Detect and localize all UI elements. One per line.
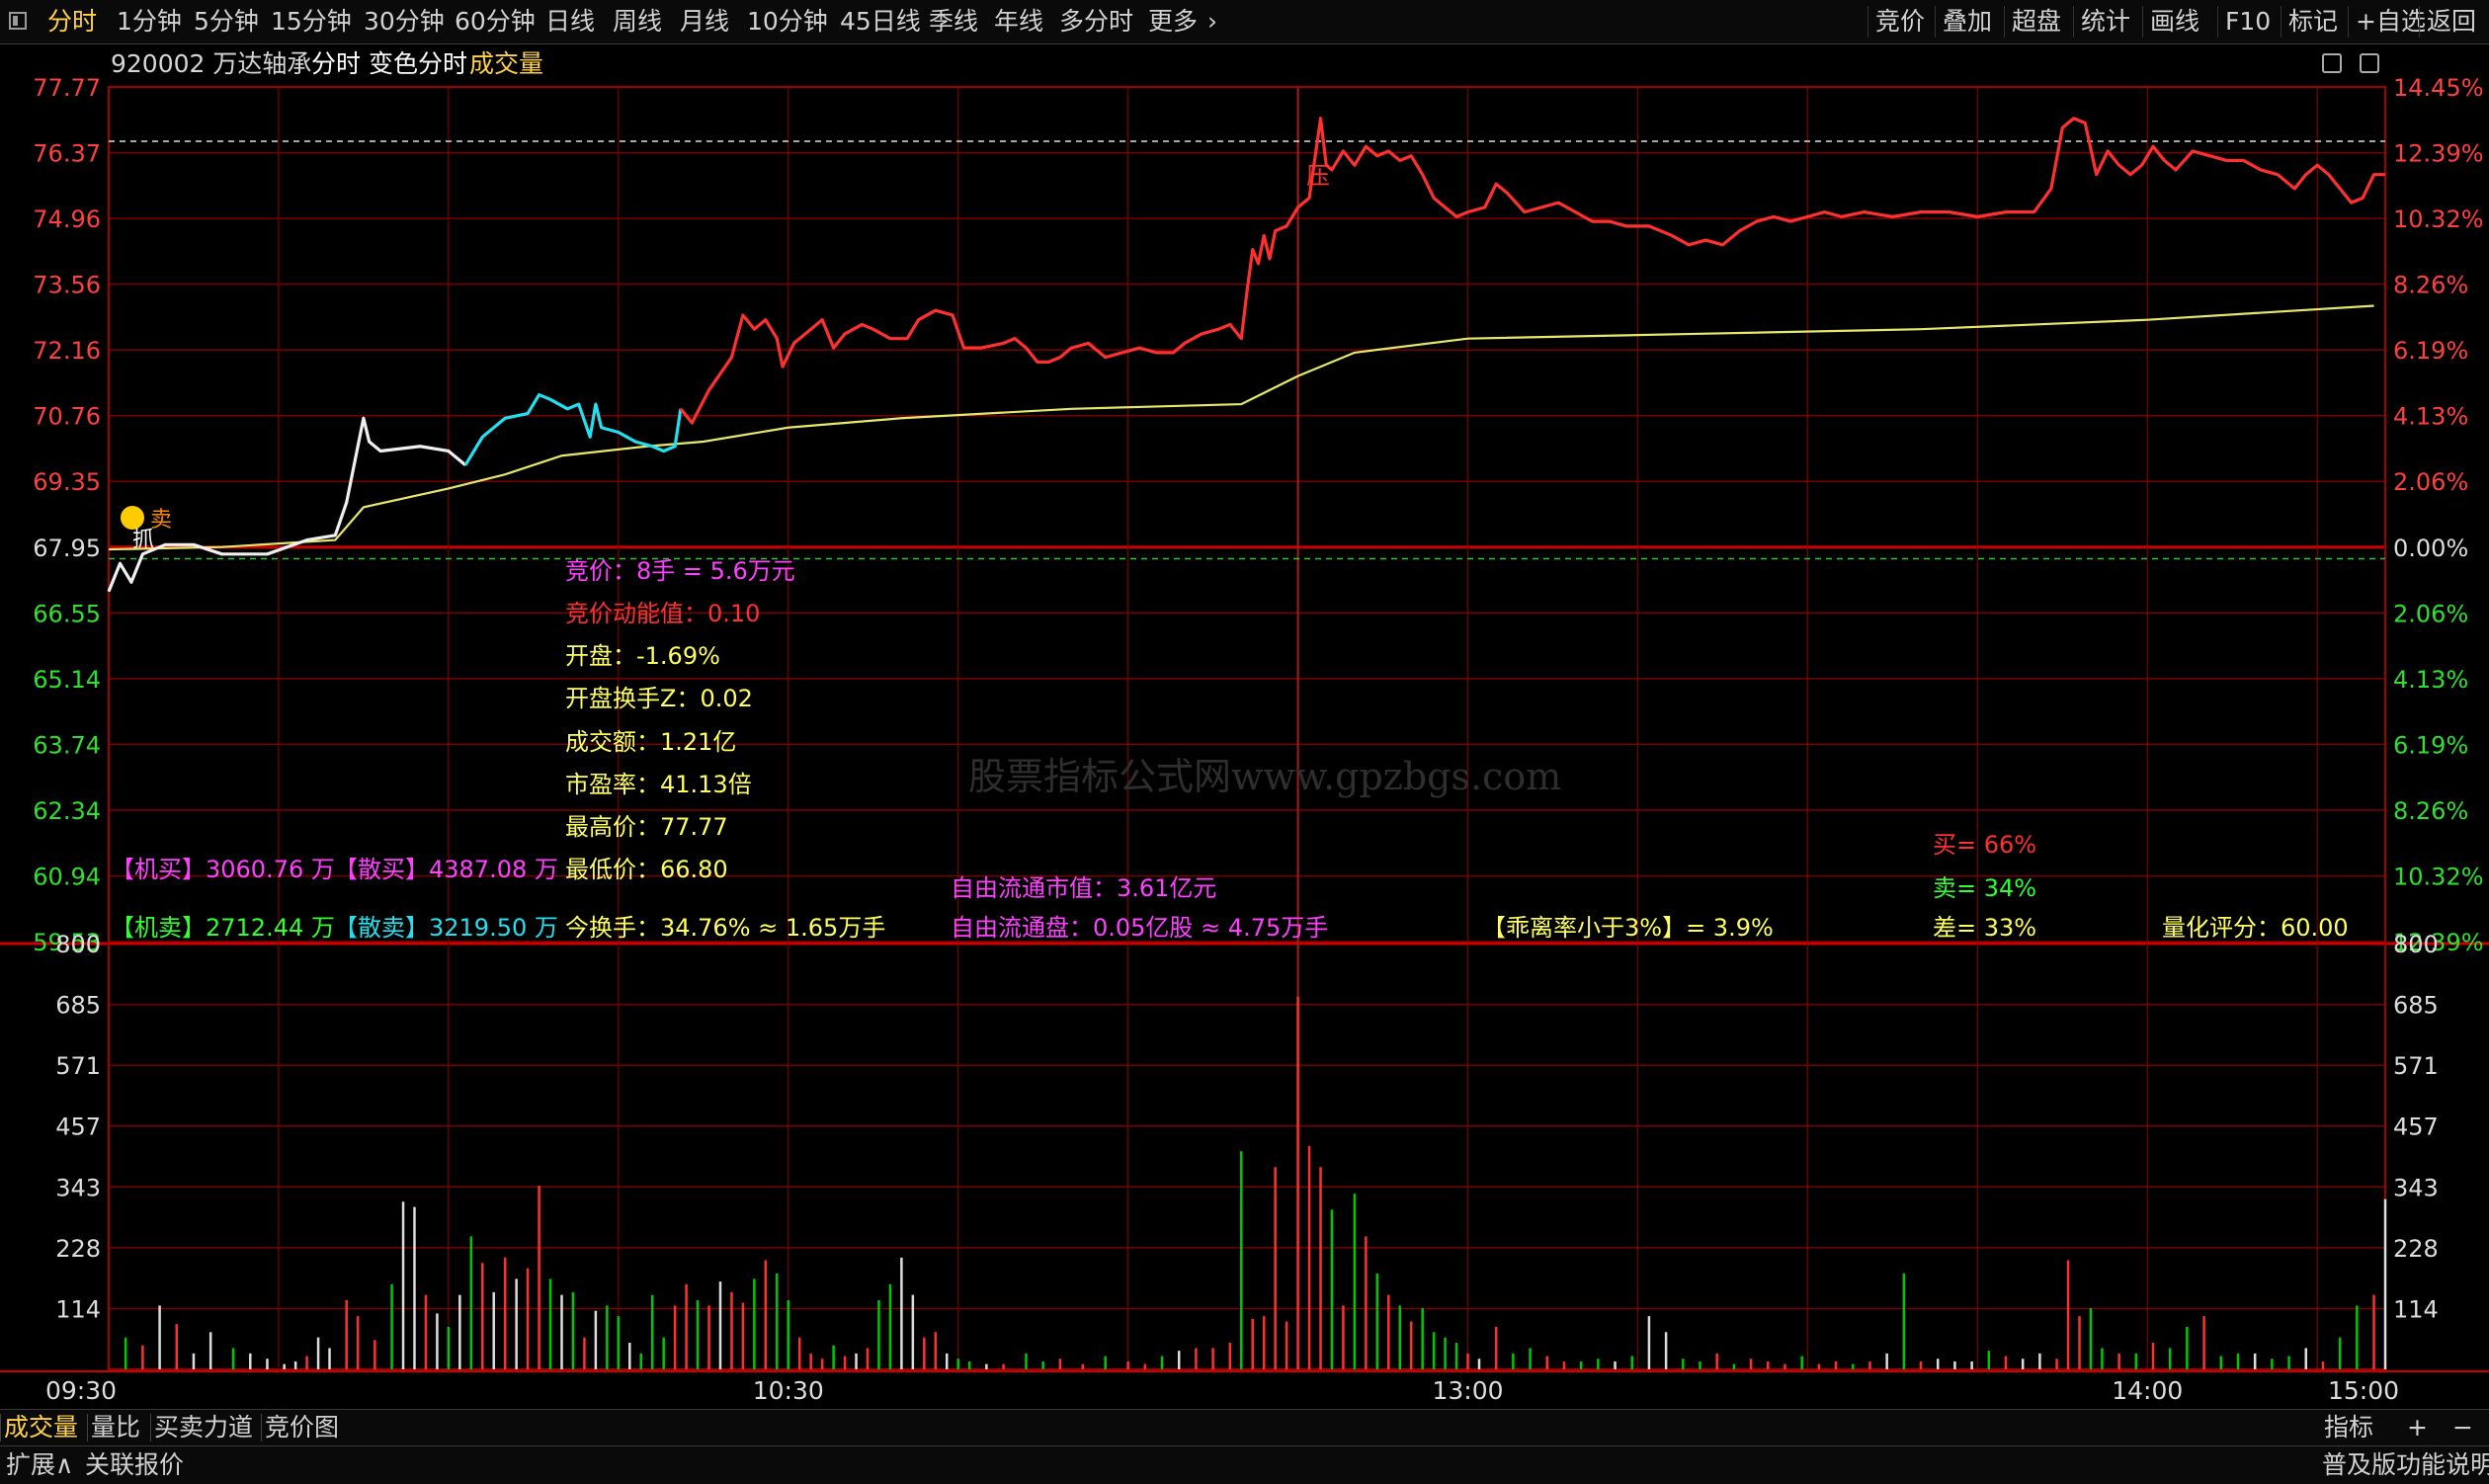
- price-axis-label: 67.95: [33, 535, 101, 562]
- price-axis-label: 77.77: [33, 74, 101, 102]
- percent-axis-label: 4.13%: [2393, 403, 2468, 431]
- price-line-red: [679, 117, 2385, 425]
- intraday-chart: 77.77 14.45% 76.37 12.39% 74.96 10.32% 73.56 8.…: [0, 74, 2489, 1405]
- tab-separator: [0, 1414, 1, 1442]
- volume-axis-label: 228: [55, 1235, 101, 1263]
- info-diff-ratio: 差= 33%: [1933, 914, 2037, 942]
- indicator-tab-1[interactable]: 量比: [91, 1411, 140, 1444]
- info-auction: 竞价：8手 = 5.6万元: [565, 557, 795, 585]
- info-float-cap: 自由流通市值：3.61亿元: [951, 874, 1217, 902]
- smiley-marker-icon: [121, 506, 144, 530]
- indicator-tab-0[interactable]: 成交量: [4, 1411, 78, 1444]
- indicator-tab-bar: 成交量 量比 买卖力道 竞价图 指标 + −: [0, 1409, 2489, 1445]
- price-axis-label: 72.16: [33, 337, 101, 365]
- indicator-tab-3[interactable]: 竞价图: [265, 1411, 339, 1444]
- time-axis-label: 09:30: [45, 1376, 117, 1405]
- info-open: 开盘：-1.69%: [565, 642, 720, 670]
- info-auction-power: 竞价动能值：0.10: [565, 600, 761, 627]
- remove-pane-button[interactable]: −: [2452, 1411, 2473, 1444]
- tab-separator: [150, 1414, 151, 1442]
- time-axis-label: 15:00: [2328, 1376, 2399, 1405]
- chart-frame: [108, 86, 2386, 1370]
- volume-axis-label-right: 343: [2393, 1174, 2439, 1201]
- info-inst-buy: 【机买】3060.76 万: [111, 856, 335, 883]
- time-axis-label: 14:00: [2112, 1376, 2183, 1405]
- watermark: 股票指标公式网www.gpzbgs.com: [968, 755, 1562, 798]
- info-retail-buy: 【散买】4387.08 万: [334, 856, 558, 883]
- volume-axis-label-right: 800: [2393, 931, 2439, 958]
- price-axis-label: 69.35: [33, 468, 101, 496]
- info-deviation: 【乖离率小于3%】= 3.9%: [1482, 914, 1774, 942]
- percent-axis-label: 6.19%: [2393, 731, 2468, 759]
- percent-axis-label: 2.06%: [2393, 468, 2468, 496]
- percent-axis-label: 12.39%: [2393, 140, 2484, 168]
- percent-axis-label: 10.32%: [2393, 863, 2484, 890]
- percent-axis-label: 14.45%: [2393, 74, 2484, 102]
- volume-axis-label-right: 457: [2393, 1113, 2439, 1141]
- tab-separator: [87, 1414, 88, 1442]
- volume-axis-label: 457: [55, 1113, 101, 1141]
- help-link[interactable]: 普及版功能说明: [2322, 1448, 2489, 1482]
- info-quant-score: 量化评分：60.00: [2162, 914, 2349, 942]
- expand-button[interactable]: 扩展∧: [6, 1448, 73, 1482]
- price-axis-label: 66.55: [33, 600, 101, 627]
- price-axis-label: 65.14: [33, 666, 101, 694]
- volume-axis-label: 800: [55, 931, 101, 958]
- time-axis-label: 13:00: [1432, 1376, 1503, 1405]
- info-inst-sell: 【机卖】2712.44 万: [111, 914, 335, 942]
- related-quote-button[interactable]: 关联报价: [85, 1448, 184, 1482]
- volume-axis-label-right: 685: [2393, 992, 2439, 1020]
- volume-axis-label: 343: [55, 1174, 101, 1201]
- info-float-shares: 自由流通盘：0.05亿股 ≈ 4.75万手: [951, 914, 1329, 942]
- volume-axis-label: 685: [55, 992, 101, 1020]
- percent-axis-label: 2.06%: [2393, 600, 2468, 627]
- volume-axis-label: 571: [55, 1052, 101, 1080]
- info-high: 最高价：77.77: [565, 813, 728, 841]
- info-pe: 市盈率：41.13倍: [565, 771, 752, 798]
- pressure-marker: 压: [1306, 162, 1330, 190]
- indicator-menu-button[interactable]: 指标: [2324, 1411, 2373, 1444]
- info-low: 最低价：66.80: [565, 856, 728, 883]
- time-axis-label: 10:30: [753, 1376, 824, 1405]
- volume-axis-label-right: 228: [2393, 1235, 2439, 1263]
- price-axis-label: 62.34: [33, 797, 101, 825]
- price-axis-label: 74.96: [33, 206, 101, 233]
- percent-axis-label: 10.32%: [2393, 206, 2484, 233]
- add-pane-button[interactable]: +: [2407, 1411, 2428, 1444]
- price-axis-label: 76.37: [33, 140, 101, 168]
- percent-axis-label: 4.13%: [2393, 666, 2468, 694]
- price-axis-label: 70.76: [33, 403, 101, 431]
- info-amount: 成交额：1.21亿: [565, 728, 737, 756]
- info-open-turnover: 开盘换手Z：0.02: [565, 685, 753, 712]
- info-turnover: 今换手：34.76% ≈ 1.65万手: [565, 914, 886, 942]
- percent-axis-label: 0.00%: [2393, 535, 2468, 562]
- percent-axis-label: 8.26%: [2393, 272, 2468, 299]
- volume-axis-label-right: 571: [2393, 1052, 2439, 1080]
- indicator-tab-2[interactable]: 买卖力道: [154, 1411, 253, 1444]
- price-axis-label: 63.74: [33, 731, 101, 759]
- tab-separator: [261, 1414, 262, 1442]
- volume-axis-label: 114: [55, 1295, 101, 1323]
- price-axis-label: 60.94: [33, 863, 101, 890]
- footer-bar: 扩展∧ 关联报价 普及版功能说明: [0, 1445, 2489, 1484]
- info-sell-ratio: 卖= 34%: [1933, 874, 2037, 902]
- percent-axis-label: 6.19%: [2393, 337, 2468, 365]
- info-retail-sell: 【散卖】3219.50 万: [334, 914, 558, 942]
- percent-axis-label: 8.26%: [2393, 797, 2468, 825]
- sell-tag-marker: 卖: [150, 508, 172, 533]
- price-axis-label: 73.56: [33, 272, 101, 299]
- volume-axis-label-right: 114: [2393, 1295, 2439, 1323]
- info-buy-ratio: 买= 66%: [1933, 831, 2037, 859]
- price-line-white: [107, 416, 467, 593]
